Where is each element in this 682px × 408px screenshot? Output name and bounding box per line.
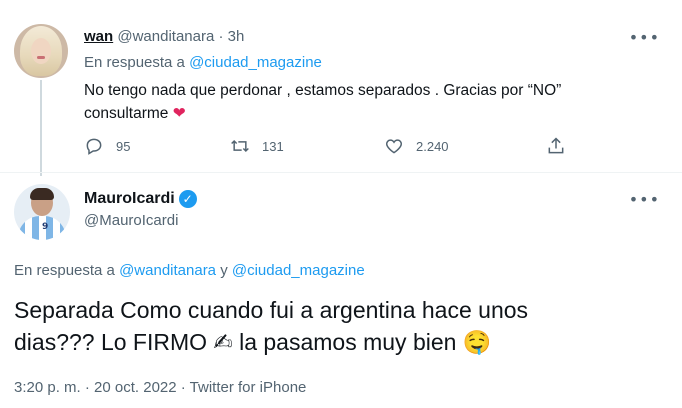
author-block: MauroIcardi ✓ @MauroIcardi (84, 190, 197, 229)
reply-tweet[interactable]: wan @wanditanara · 3h ••• En respuesta a… (0, 0, 682, 176)
tweet-header: wan @wanditanara · 3h (84, 28, 244, 45)
share-icon (548, 137, 564, 154)
reply-join: y (220, 262, 228, 279)
separator: · (218, 28, 224, 45)
divider (0, 172, 682, 173)
more-icon[interactable]: ••• (629, 28, 660, 47)
jersey-number: 9 (42, 222, 49, 232)
retweet-button[interactable]: 131 (230, 136, 284, 156)
heart-emoji: ❤ (172, 104, 186, 122)
reply-mention-link[interactable]: @ciudad_magazine (189, 54, 322, 71)
reply-prefix: En respuesta a (84, 54, 185, 71)
retweet-icon (231, 139, 249, 153)
tweet-text-line: Separada Como cuando fui a argentina hac… (14, 297, 529, 323)
user-name[interactable]: wan (84, 28, 113, 45)
reply-mention-link[interactable]: @ciudad_magazine (232, 262, 365, 279)
drooling-face-emoji: 🤤 (462, 330, 492, 356)
writing-hand-emoji: ✍ (213, 330, 233, 356)
avatar[interactable]: 9 (14, 184, 70, 240)
reply-button[interactable]: 95 (84, 136, 130, 156)
share-button[interactable] (546, 136, 566, 156)
like-button[interactable]: 2.240 (384, 136, 449, 156)
user-name[interactable]: MauroIcardi (84, 190, 175, 208)
verified-icon: ✓ (178, 190, 197, 208)
tweet-text-line: dias??? Lo FIRMO ✍ la pasamos muy bien 🤤 (14, 329, 492, 356)
tweet-actions: 95 131 2.240 (84, 136, 584, 156)
reply-icon (86, 138, 102, 155)
tweet-meta[interactable]: 3:20 p. m. · 20 oct. 2022 · Twitter for … (14, 379, 306, 396)
tweet-text: No tengo nada que perdonar , estamos sep… (84, 80, 644, 125)
tweet-text-line: No tengo nada que perdonar , estamos sep… (84, 82, 562, 99)
reply-context: En respuesta a @ciudad_magazine (84, 54, 322, 71)
user-handle[interactable]: @MauroIcardi (84, 212, 197, 229)
timestamp[interactable]: 3h (228, 28, 245, 45)
retweet-count: 131 (262, 138, 284, 154)
avatar[interactable] (14, 24, 68, 78)
reply-context: En respuesta a @wanditanara y @ciudad_ma… (14, 262, 365, 279)
user-handle[interactable]: @wanditanara (117, 28, 214, 45)
tweet-text: Separada Como cuando fui a argentina hac… (14, 294, 654, 359)
reply-prefix: En respuesta a (14, 262, 115, 279)
more-icon[interactable]: ••• (629, 190, 660, 209)
thread-line (40, 80, 42, 176)
like-icon (385, 139, 403, 154)
like-count: 2.240 (416, 138, 449, 154)
reply-mention-link[interactable]: @wanditanara (119, 262, 216, 279)
tweet-text-line: consultarme ❤ (84, 104, 186, 122)
reply-count: 95 (116, 138, 131, 154)
